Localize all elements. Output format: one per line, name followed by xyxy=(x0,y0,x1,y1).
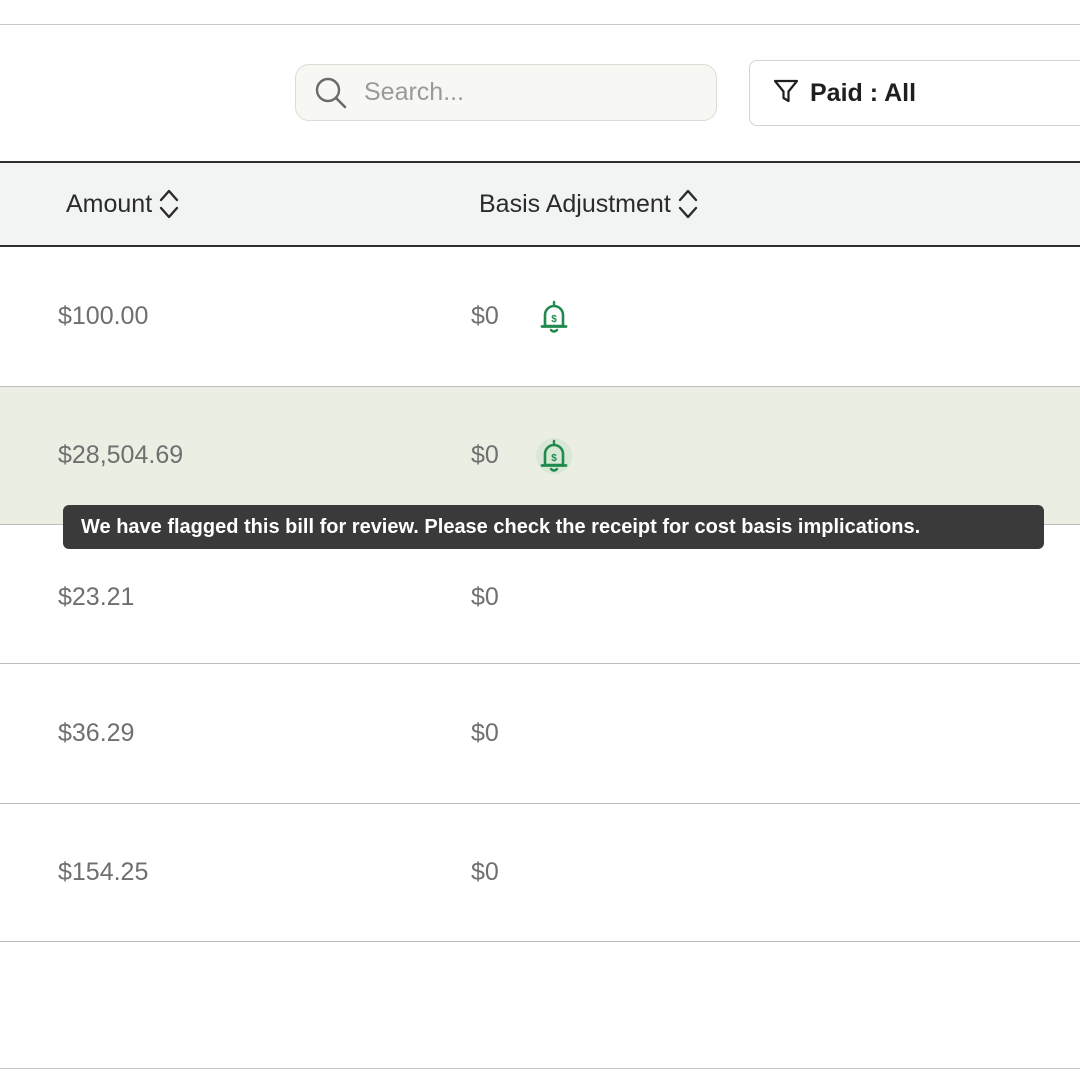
filter-label: Paid : All xyxy=(810,78,917,107)
filter-icon xyxy=(772,77,800,110)
bottom-divider xyxy=(0,1068,1080,1069)
amount-cell: $28,504.69 xyxy=(58,441,184,469)
column-header-label: Basis Adjustment xyxy=(479,189,671,218)
dollar-bell-icon[interactable]: $ xyxy=(536,299,572,335)
search-box[interactable] xyxy=(295,64,717,121)
column-header-amount[interactable]: Amount xyxy=(66,163,180,245)
basis-adjustment-cell: $0 xyxy=(471,441,499,469)
dollar-bell-icon[interactable]: $ xyxy=(536,437,572,474)
top-divider xyxy=(0,24,1080,25)
amount-cell: $36.29 xyxy=(58,719,135,747)
column-header-label: Amount xyxy=(66,189,153,218)
basis-adjustment-cell: $0 xyxy=(471,719,499,747)
bills-table-view: Paid : All Amount Basis Adjustment $ xyxy=(0,0,1080,1080)
table-row[interactable]: $154.25 $0 xyxy=(0,804,1080,942)
paid-filter-button[interactable]: Paid : All xyxy=(749,60,1080,126)
search-icon xyxy=(314,76,348,110)
sort-icon[interactable] xyxy=(677,187,699,221)
basis-adjustment-cell: $0 xyxy=(471,302,499,330)
column-header-basis-adjustment[interactable]: Basis Adjustment xyxy=(479,163,699,245)
search-input[interactable] xyxy=(362,77,686,108)
svg-text:$: $ xyxy=(551,453,557,464)
table-header: Amount Basis Adjustment xyxy=(0,161,1080,247)
svg-text:$: $ xyxy=(551,314,557,325)
flag-tooltip: We have flagged this bill for review. Pl… xyxy=(63,505,1044,549)
sort-icon[interactable] xyxy=(158,187,180,221)
table-row[interactable]: $36.29 $0 xyxy=(0,664,1080,804)
amount-cell: $154.25 xyxy=(58,858,149,886)
amount-cell: $100.00 xyxy=(58,302,149,330)
table-row[interactable]: $100.00 $0 $ xyxy=(0,247,1080,387)
basis-adjustment-cell: $0 xyxy=(471,858,499,886)
